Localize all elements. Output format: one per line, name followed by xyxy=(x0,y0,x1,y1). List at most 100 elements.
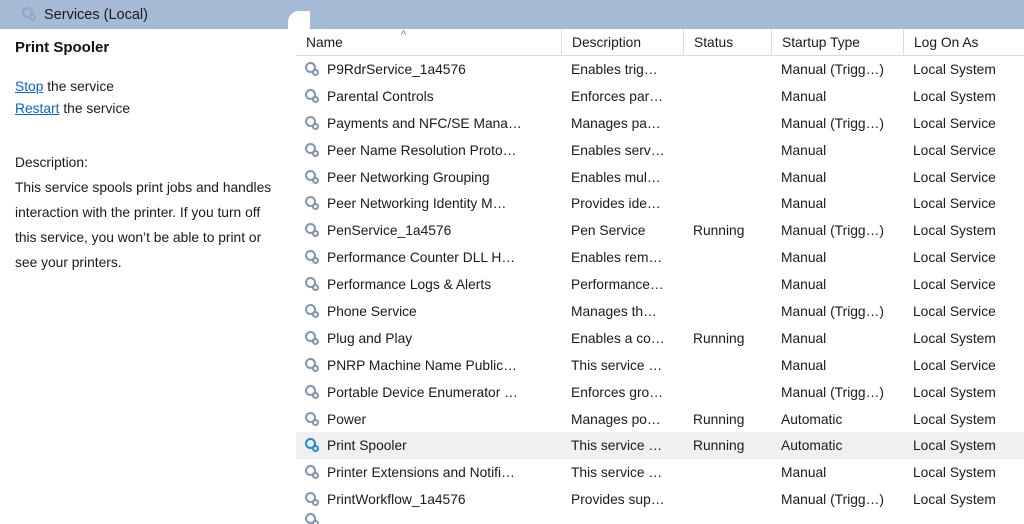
column-header-startup-type-label: Startup Type xyxy=(782,35,860,50)
cell-desc-text: Provides sup… xyxy=(571,492,665,507)
table-row[interactable]: Peer Name Resolution Proto…Enables serv…… xyxy=(296,137,1024,164)
cell-desc: Performance… xyxy=(561,271,683,298)
description-label: Description: xyxy=(15,150,284,175)
table-row[interactable]: PrintWorkflow_1a4576Provides sup…Manual … xyxy=(296,486,1024,513)
cell-logon-text: Local System xyxy=(913,438,996,453)
service-gear-icon xyxy=(305,196,320,211)
cell-logon-text: Local System xyxy=(913,89,996,104)
column-header-name[interactable]: Name ^ xyxy=(296,29,561,56)
cell-startup: Manual xyxy=(771,325,903,352)
table-row[interactable]: Phone Service Manages th… Manual (Trigg…) L… xyxy=(296,298,1024,325)
action-stop-service[interactable]: Stop the service xyxy=(15,76,284,98)
cell-startup: Manual xyxy=(771,244,903,271)
cell-logon: Local System xyxy=(903,379,1024,406)
cell-status-text: Running xyxy=(693,412,744,427)
service-gear-icon xyxy=(305,412,320,427)
description-text: This service spools print jobs and handl… xyxy=(15,175,284,275)
cell-logon: Local System xyxy=(903,217,1024,244)
table-row[interactable]: P9RdrService_1a4576Enables trig…Manual (… xyxy=(296,56,1024,83)
service-gear-icon xyxy=(305,492,320,507)
cell-desc-text: Manages th… xyxy=(571,304,657,319)
service-gear-icon xyxy=(305,116,320,131)
cell-logon-text: Local Service xyxy=(913,304,996,319)
column-header-status[interactable]: Status xyxy=(683,29,771,56)
cell-logon-text: Local Service xyxy=(913,250,996,265)
cell-startup: Manual (Trigg…) xyxy=(771,379,903,406)
cell-startup-text: Manual (Trigg…) xyxy=(781,304,884,319)
cell-desc: Enables serv… xyxy=(561,137,683,164)
service-gear-icon xyxy=(305,89,320,104)
cell-logon-text: Local Service xyxy=(913,143,996,158)
table-row[interactable]: Parental Controls Enforces par… Manual Loca… xyxy=(296,83,1024,110)
cell-name: Phone Service xyxy=(296,298,561,325)
table-row[interactable]: Payments and NFC/SE Mana…Manages pa…Manu… xyxy=(296,110,1024,137)
table-row[interactable]: Performance Logs & AlertsPerformance…Man… xyxy=(296,271,1024,298)
cell-startup: Manual xyxy=(771,352,903,379)
cell-name: Performance Counter DLL H… xyxy=(296,244,561,271)
cell-status: Running xyxy=(683,406,771,433)
table-row[interactable]: Print SpoolerThis service …RunningAutoma… xyxy=(296,432,1024,459)
cell-status xyxy=(683,459,771,486)
cell-desc-text: Enables rem… xyxy=(571,250,662,265)
cell-name: Peer Networking Identity M… xyxy=(296,190,561,217)
cell-name-text: Parental Controls xyxy=(327,89,434,104)
cell-name: Print Spooler xyxy=(296,432,561,459)
table-row[interactable]: PenService_1a4576Pen ServiceRunningManua… xyxy=(296,217,1024,244)
service-gear-icon xyxy=(305,170,320,185)
action-restart-service[interactable]: Restart the service xyxy=(15,98,284,120)
cell-name: Parental Controls xyxy=(296,83,561,110)
cell-status xyxy=(683,110,771,137)
table-row[interactable]: Portable Device Enumerator …Enforces gro… xyxy=(296,379,1024,406)
cell-status: Running xyxy=(683,325,771,352)
cell-startup-text: Manual (Trigg…) xyxy=(781,62,884,77)
cell-status-text: Running xyxy=(693,331,744,346)
cell-desc-text: This service … xyxy=(571,465,662,480)
cell-name-text: Performance Counter DLL H… xyxy=(327,250,515,265)
restart-service-suffix: the service xyxy=(59,101,130,116)
cell-status xyxy=(683,56,771,83)
cell-logon: Local System xyxy=(903,486,1024,513)
page-title: Print Spooler xyxy=(15,39,284,56)
cell-status xyxy=(683,379,771,406)
cell-logon: Local System xyxy=(903,325,1024,352)
description-block: Description: This service spools print j… xyxy=(15,150,284,275)
cell-name xyxy=(296,513,561,524)
cell-status xyxy=(683,137,771,164)
restart-service-link[interactable]: Restart xyxy=(15,101,59,116)
cell-logon-text: Local Service xyxy=(913,116,996,131)
table-row[interactable]: Printer Extensions and Notifi…This servi… xyxy=(296,459,1024,486)
cell-desc: Manages th… xyxy=(561,298,683,325)
cell-startup: Manual xyxy=(771,164,903,191)
table-row[interactable]: PNRP Machine Name Public…This service …M… xyxy=(296,352,1024,379)
cell-startup-text: Manual (Trigg…) xyxy=(781,223,884,238)
column-header-description[interactable]: Description xyxy=(561,29,683,56)
stop-service-link[interactable]: Stop xyxy=(15,79,43,94)
cell-desc: Provides sup… xyxy=(561,486,683,513)
cell-name-text: Plug and Play xyxy=(327,331,412,346)
cell-logon: Local Service xyxy=(903,190,1024,217)
table-row[interactable]: Peer Networking Identity M…Provides ide…… xyxy=(296,190,1024,217)
cell-startup-text: Manual (Trigg…) xyxy=(781,385,884,400)
tab-services-local[interactable]: Services (Local) xyxy=(0,0,296,29)
cell-name-text: Peer Networking Grouping xyxy=(327,170,490,185)
cell-logon-text: Local System xyxy=(913,62,996,77)
cell-status: Running xyxy=(683,432,771,459)
cell-startup: Automatic xyxy=(771,432,903,459)
column-header-log-on-as[interactable]: Log On As xyxy=(903,29,1024,56)
cell-startup: Manual xyxy=(771,459,903,486)
service-gear-icon xyxy=(305,465,320,480)
column-header-startup-type[interactable]: Startup Type xyxy=(771,29,903,56)
table-row[interactable]: PowerManages po…RunningAutomaticLocal Sy… xyxy=(296,406,1024,433)
service-gear-icon-active xyxy=(305,438,320,453)
cell-logon: Local System xyxy=(903,56,1024,83)
services-window: Services (Local) Print Spooler Stop the … xyxy=(0,0,1024,524)
cell-desc-text: Enforces par… xyxy=(571,89,663,104)
tab-title: Services (Local) xyxy=(44,7,148,23)
table-row[interactable]: Plug and PlayEnables a co…RunningManualL… xyxy=(296,325,1024,352)
cell-startup-text: Manual xyxy=(781,89,826,104)
cell-logon-text: Local System xyxy=(913,331,996,346)
column-header-log-on-as-label: Log On As xyxy=(914,35,978,50)
table-row[interactable]: Performance Counter DLL H… Enables rem… Ma… xyxy=(296,244,1024,271)
table-row-partial[interactable] xyxy=(296,513,1024,524)
table-row[interactable]: Peer Networking GroupingEnables mul…Manu… xyxy=(296,164,1024,191)
